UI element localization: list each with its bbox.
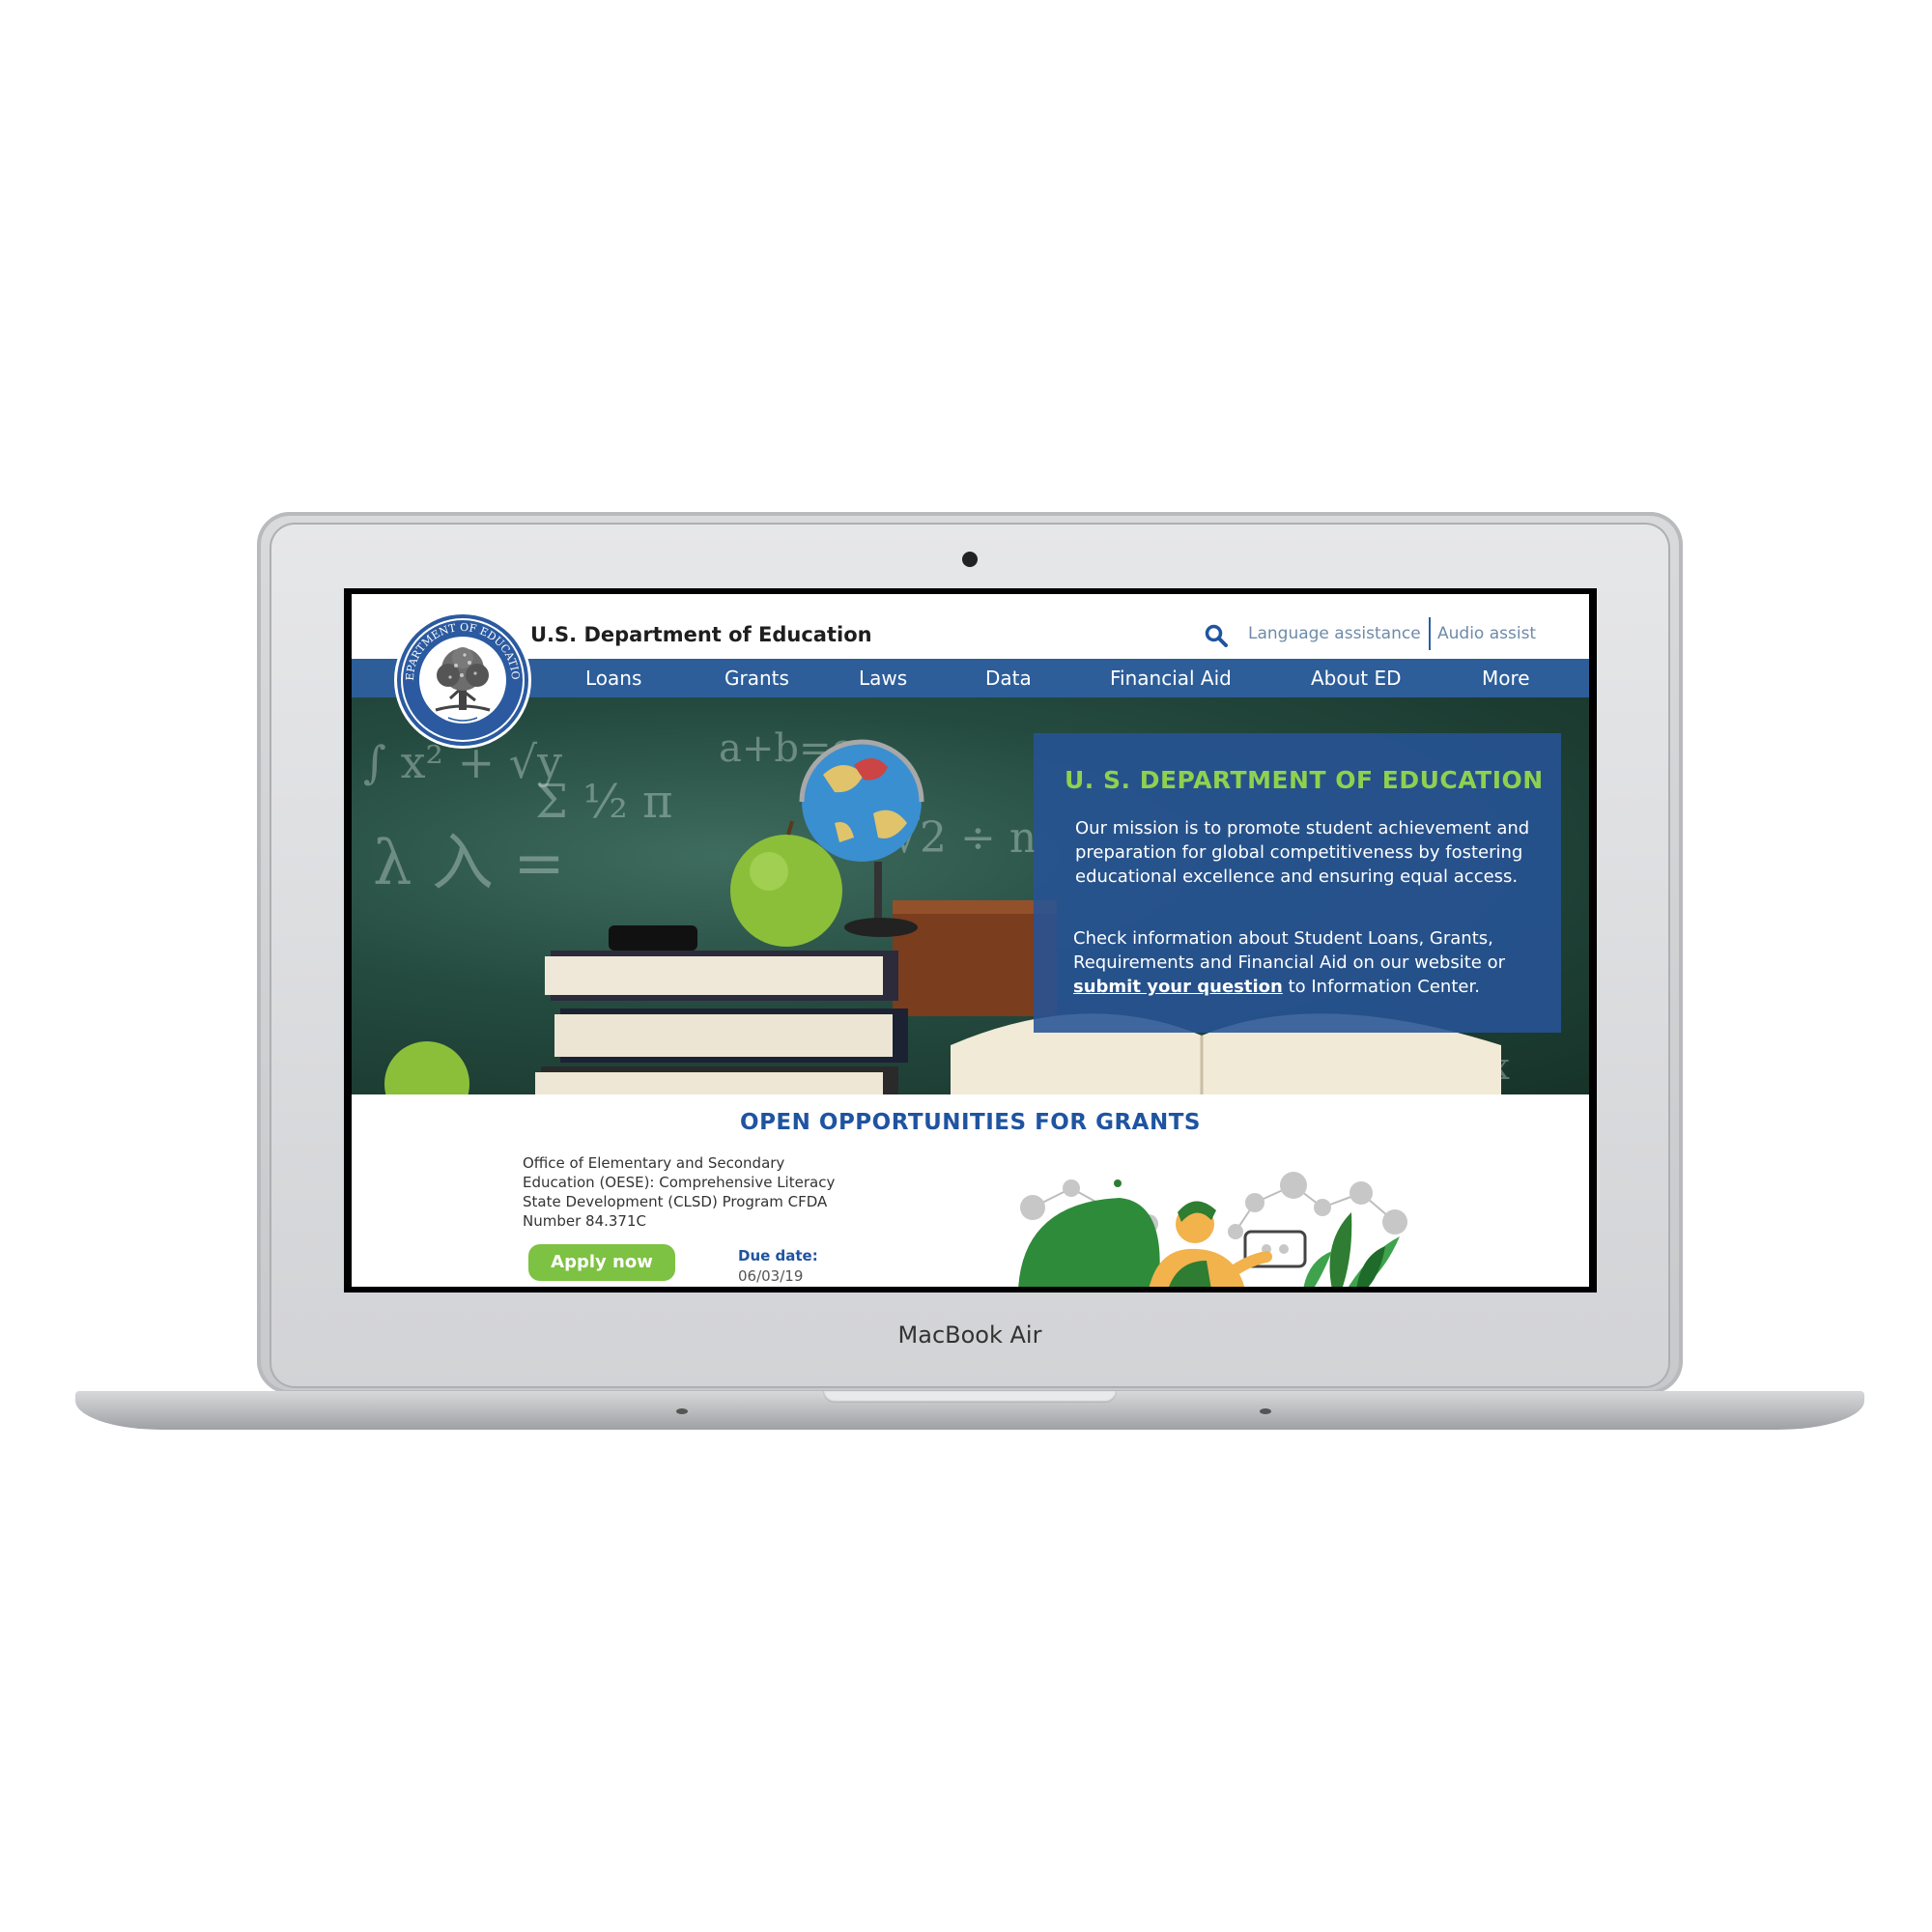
audio-assist-link[interactable]: Audio assist	[1437, 624, 1536, 643]
laptop-foot	[1260, 1408, 1271, 1414]
nav-item-more[interactable]: More	[1482, 667, 1530, 690]
laptop-screen: U.S. Department of Education Language as…	[344, 588, 1597, 1293]
laptop-foot	[676, 1408, 688, 1414]
info-prefix: Check information about Student Loans, G…	[1073, 928, 1506, 973]
department-seal-logo[interactable]: DEPARTMENT OF EDUCATION UNITED STATES OF…	[392, 610, 533, 751]
camera-icon	[962, 552, 978, 567]
grant-description: Office of Elementary and Secondary Educa…	[523, 1154, 836, 1230]
laptop-brand-label: MacBook Air	[897, 1321, 1042, 1349]
site-title[interactable]: U.S. Department of Education	[530, 623, 872, 646]
utility-divider	[1429, 617, 1431, 650]
mission-title: U. S. DEPARTMENT OF EDUCATION	[1065, 766, 1544, 794]
due-date-label: Due date:	[738, 1247, 818, 1264]
apply-now-button[interactable]: Apply now	[528, 1244, 675, 1281]
submit-question-link[interactable]: submit your question	[1073, 977, 1283, 997]
nav-item-about-ed[interactable]: About ED	[1311, 667, 1402, 690]
laptop-hinge-notch	[823, 1391, 1117, 1403]
nav-item-loans[interactable]: Loans	[585, 667, 641, 690]
info-suffix: to Information Center.	[1288, 977, 1480, 997]
nav-item-grants[interactable]: Grants	[724, 667, 789, 690]
search-icon[interactable]	[1204, 623, 1229, 648]
nav-item-data[interactable]: Data	[985, 667, 1032, 690]
hero-banner: ∫ x² + √y λ 入 = Σ ½ π a+b=c √2 ÷ n Δx	[352, 697, 1589, 1094]
main-navigation: Loans Grants Laws Data Financial Aid Abo…	[352, 659, 1589, 697]
language-assistance-link[interactable]: Language assistance	[1248, 624, 1421, 643]
due-date-value: 06/03/19	[738, 1267, 804, 1285]
mission-panel: U. S. DEPARTMENT OF EDUCATION Our missio…	[1034, 733, 1561, 1033]
grants-section-title: OPEN OPPORTUNITIES FOR GRANTS	[740, 1110, 1201, 1135]
nav-item-financial-aid[interactable]: Financial Aid	[1110, 667, 1232, 690]
nav-item-laws[interactable]: Laws	[859, 667, 907, 690]
grants-illustration	[1018, 1172, 1407, 1287]
info-paragraph: Check information about Student Loans, G…	[1073, 926, 1542, 999]
web-page: U.S. Department of Education Language as…	[352, 594, 1589, 1287]
mission-statement: Our mission is to promote student achiev…	[1075, 818, 1530, 887]
